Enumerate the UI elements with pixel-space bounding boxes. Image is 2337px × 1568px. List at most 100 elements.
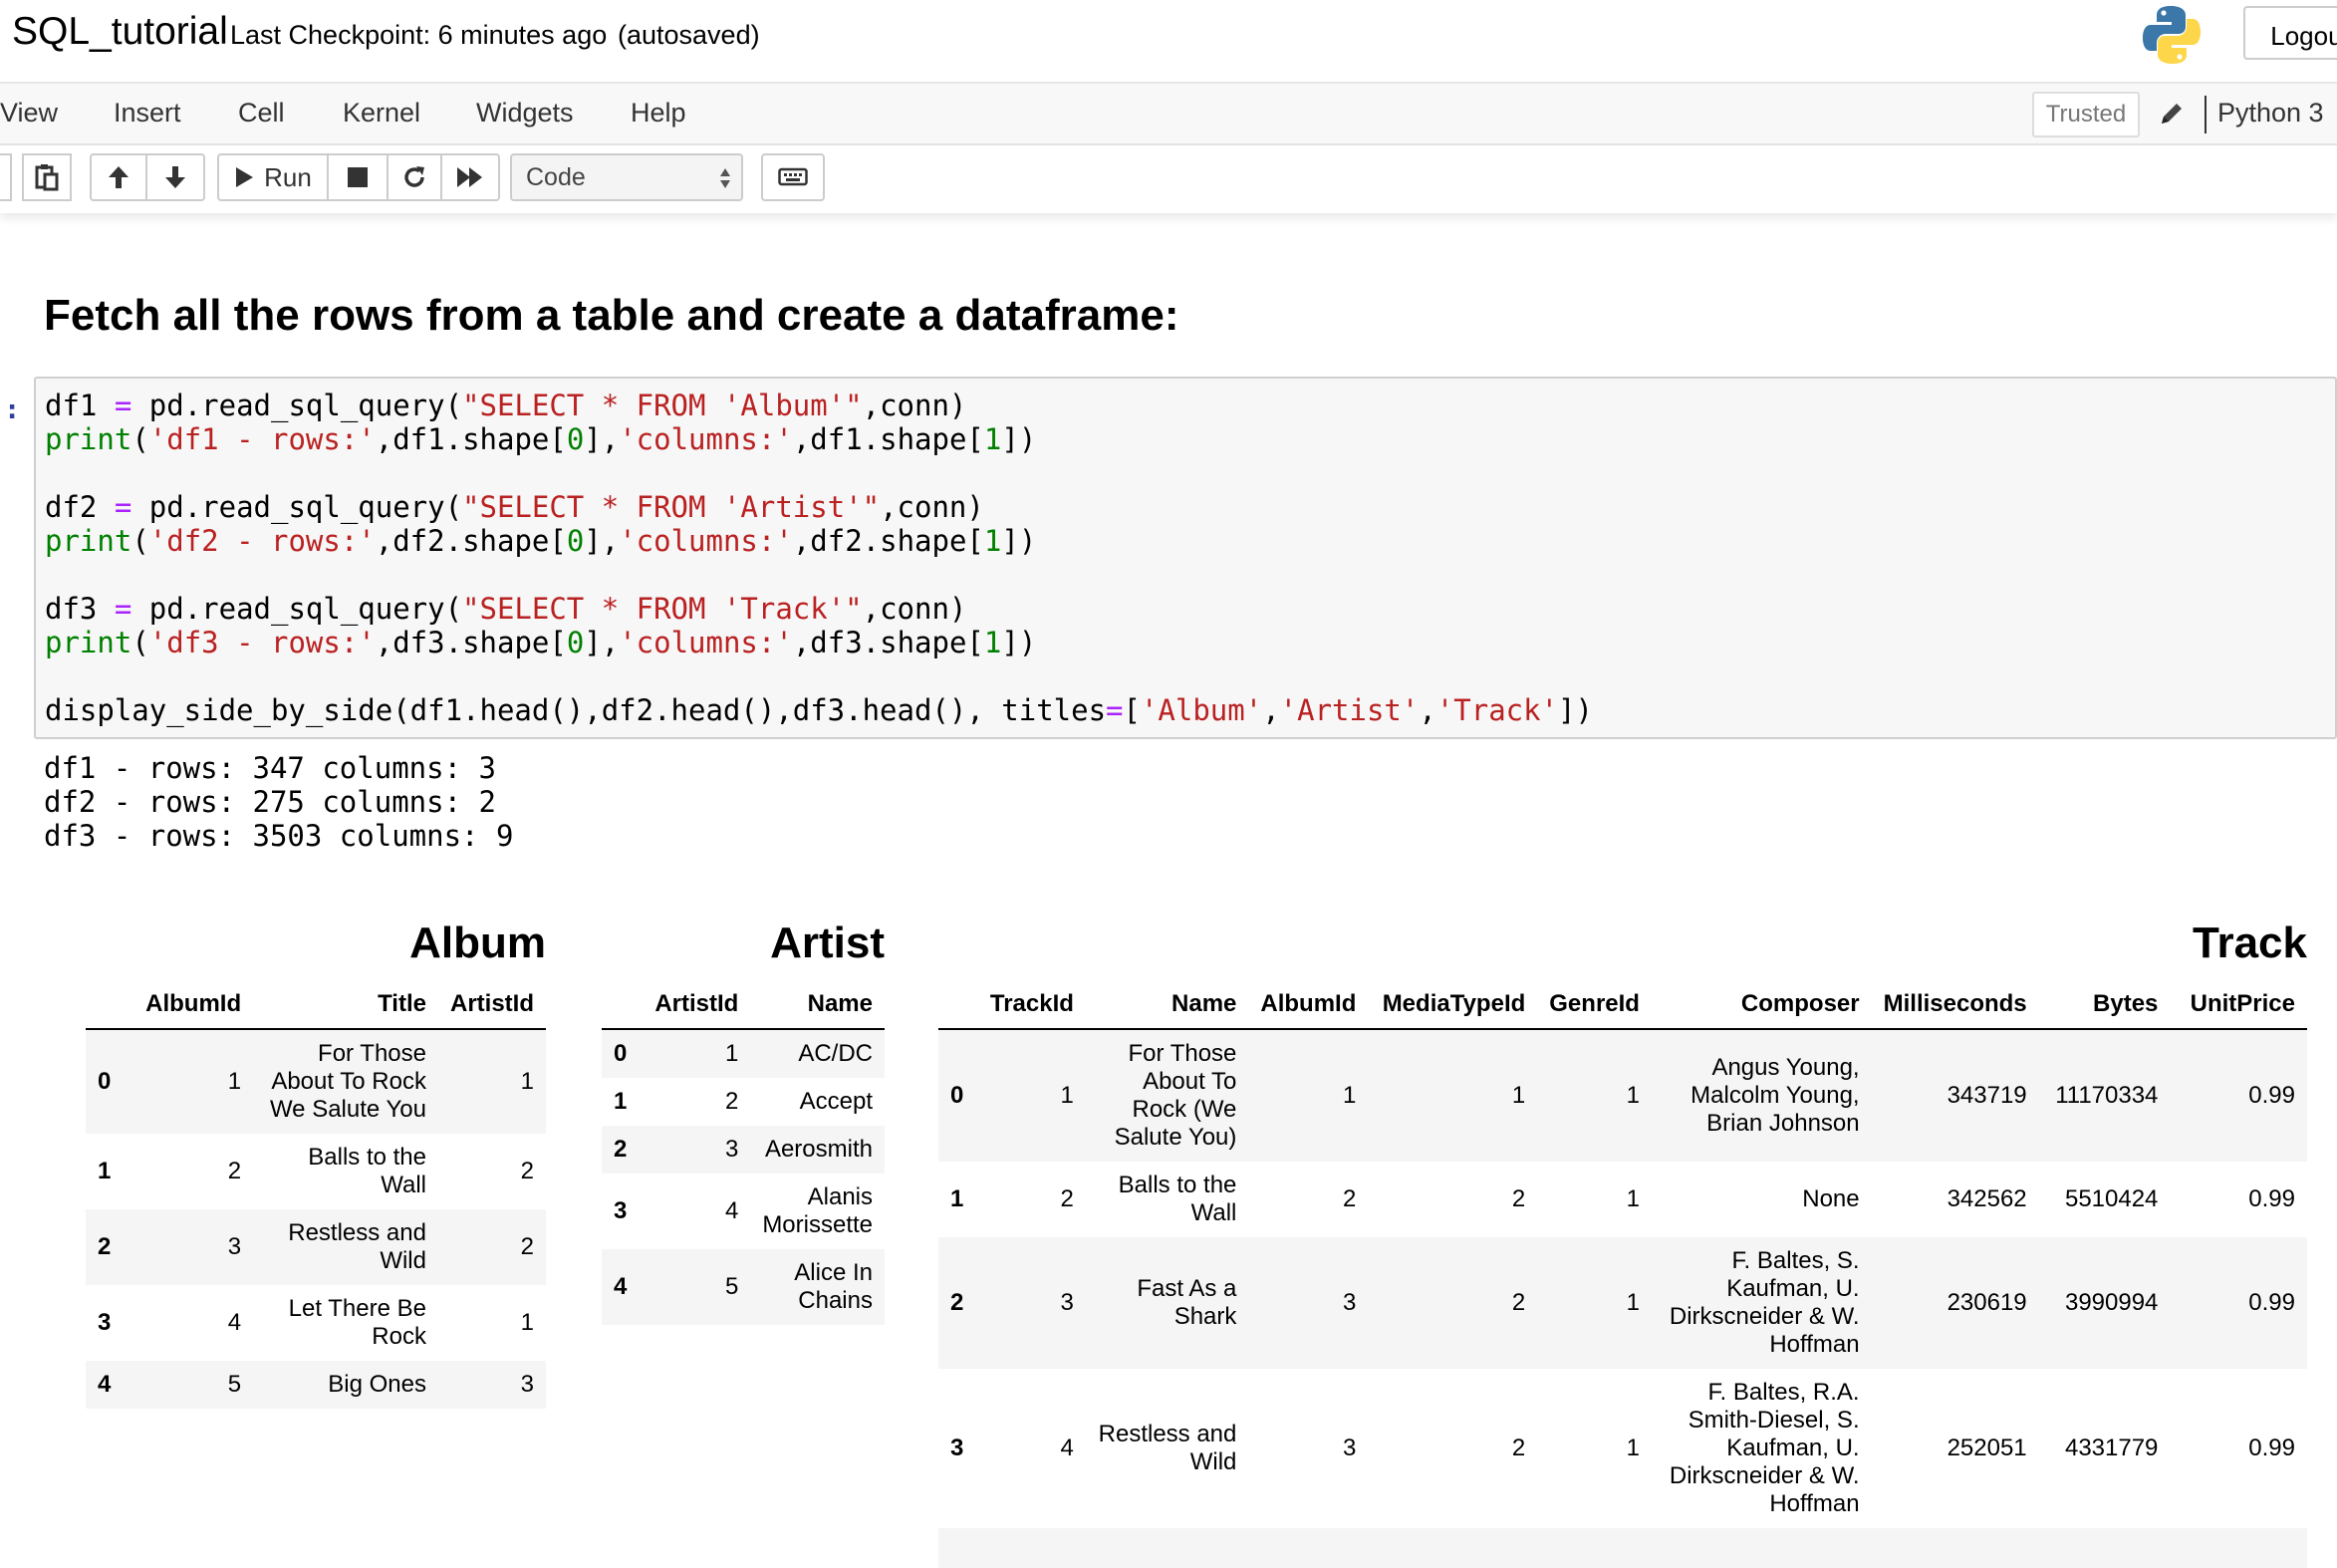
table-cell: 1 [1060, 1082, 1074, 1109]
row-index: 2 [614, 1136, 628, 1163]
fast-forward-icon [457, 167, 482, 187]
column-header: TrackId [977, 980, 1086, 1030]
column-header: Composer [1651, 980, 1872, 1030]
python-logo-icon [2143, 6, 2201, 64]
row-index-empty [938, 1528, 978, 1568]
table-row: 0 1 For Those About To Rock (We Salute Y… [938, 1029, 2307, 1162]
code-line: df3 = pd.read_sql_query("SELECT * FROM '… [45, 592, 967, 626]
table-cell: 5510424 [2064, 1185, 2159, 1212]
menu-kernel[interactable]: Kernel [343, 98, 420, 129]
table-cell: 3 [1060, 1289, 1074, 1316]
table-cell: 3990994 [2064, 1289, 2159, 1316]
menu-widgets[interactable]: Widgets [476, 98, 574, 129]
table-cell: Restless and Wild [288, 1219, 426, 1274]
table-row: 3 4 Restless and Wild 3 2 1 F. Baltes, R… [938, 1369, 2307, 1528]
table-cell-empty [2170, 1528, 2307, 1568]
table-cell: Balls to the Wall [308, 1144, 426, 1198]
table-header-row: ArtistId Name [602, 980, 885, 1030]
output-line: df2 - rows: 275 columns: 2 [44, 785, 496, 819]
table-cell: 4 [1060, 1435, 1074, 1461]
row-index: 2 [98, 1233, 112, 1260]
table-cell: 3 [520, 1371, 534, 1398]
table-cell: Aerosmith [764, 1136, 873, 1163]
notebook-name[interactable]: SQL_tutorial [12, 10, 228, 54]
command-palette-button[interactable] [761, 153, 825, 201]
stop-icon [348, 167, 368, 187]
table-cell: 343719 [1947, 1082, 2027, 1109]
copy-cell-button[interactable] [0, 153, 12, 201]
table-cell: Fast As a Shark [1137, 1275, 1237, 1330]
table-cell-empty [1872, 1528, 2039, 1568]
table-cell: 0.99 [2248, 1185, 2295, 1212]
table-row: 1 2 Balls to the Wall 2 2 1 None 342562 … [938, 1162, 2307, 1237]
restart-kernel-button[interactable] [387, 153, 442, 201]
move-cell-down-button[interactable] [145, 153, 205, 201]
column-header: Bytes [2038, 980, 2171, 1030]
kernel-name[interactable]: Python 3 [2217, 98, 2324, 129]
menu-help[interactable]: Help [631, 98, 686, 129]
row-index: 1 [614, 1088, 628, 1115]
notebook-header: SQL_tutorial Last Checkpoint: 6 minutes … [0, 0, 2337, 84]
column-header: Title [253, 980, 438, 1030]
table-cell: Balls to the Wall [1118, 1172, 1237, 1226]
table-cell: 342562 [1947, 1185, 2027, 1212]
table-cell: 1 [227, 1068, 242, 1095]
artist-dataframe-table: Artist ArtistId Name 0 1 AC/DC 1 2 Accep… [602, 918, 885, 1325]
table-cell: 3 [724, 1136, 739, 1163]
column-header: ArtistId [437, 980, 546, 1030]
table-cell: Let There Be Rock [288, 1295, 426, 1350]
table-cell: For Those About To Rock We Salute You [269, 1040, 426, 1123]
row-index: 3 [950, 1435, 964, 1461]
table-row: 1 2 Accept [602, 1078, 885, 1126]
row-index: 3 [98, 1309, 112, 1336]
row-index: 0 [98, 1068, 112, 1095]
menu-cell[interactable]: Cell [238, 98, 285, 129]
table-cell: Alice In Chains [794, 1259, 873, 1314]
table-cell: 3 [227, 1233, 242, 1260]
table-row: 3 4 Let There Be Rock 1 [86, 1285, 546, 1361]
table-cell: F. Baltes, S. Kaufman, U. Dirkscneider &… [1669, 1247, 1860, 1358]
table-cell: 4 [724, 1197, 739, 1224]
trusted-indicator[interactable]: Trusted [2032, 92, 2140, 137]
table-cell: 5 [227, 1371, 242, 1398]
table-row: 0 1 For Those About To Rock We Salute Yo… [86, 1029, 546, 1134]
code-line: display_side_by_side(df1.head(),df2.head… [45, 693, 1593, 727]
column-header: Name [1085, 980, 1249, 1030]
column-header: MediaTypeId [1368, 980, 1538, 1030]
code-line: df2 = pd.read_sql_query("SELECT * FROM '… [45, 490, 984, 524]
table-cell: 2 [1343, 1185, 1357, 1212]
interrupt-kernel-button[interactable] [327, 153, 389, 201]
restart-run-all-button[interactable] [440, 153, 500, 201]
table-cell: 4 [227, 1309, 242, 1336]
table-row: 1 2 Balls to the Wall 2 [86, 1134, 546, 1209]
table-header-row: TrackId Name AlbumId MediaTypeId GenreId… [938, 980, 2307, 1030]
table-cell: 2 [724, 1088, 739, 1115]
table-cell: 2 [1511, 1435, 1526, 1461]
table-cell: Alanis Morissette [762, 1183, 874, 1238]
arrow-up-icon [109, 166, 129, 188]
code-cell-input[interactable]: df1 = pd.read_sql_query("SELECT * FROM '… [34, 377, 2337, 739]
logout-button[interactable]: Logout [2243, 6, 2337, 60]
table-cell: F. Baltes, R.A. Smith-Diesel, S. Kaufman… [1669, 1379, 1860, 1517]
keyboard-icon [778, 167, 808, 186]
table-row: 2 3 Fast As a Shark 3 2 1 F. Baltes, S. … [938, 1237, 2307, 1369]
run-cell-button[interactable]: Run [217, 153, 329, 201]
menu-insert[interactable]: Insert [114, 98, 181, 129]
input-prompt: : [4, 394, 21, 425]
column-header: AlbumId [133, 980, 254, 1030]
cell-stdout: df1 - rows: 347 columns: 3 df2 - rows: 2… [44, 751, 513, 853]
column-header: GenreId [1537, 980, 1652, 1030]
album-table-title: Album [409, 918, 546, 967]
cell-type-select[interactable]: Code [510, 153, 743, 201]
index-header [602, 980, 644, 1030]
code-editor[interactable]: df1 = pd.read_sql_query("SELECT * FROM '… [45, 389, 1593, 727]
table-cell-empty [978, 1528, 1086, 1568]
pencil-icon[interactable] [2158, 100, 2186, 128]
table-row: 4 5 Big Ones 3 [86, 1361, 546, 1409]
table-cell: 0.99 [2248, 1082, 2295, 1109]
menu-view[interactable]: View [0, 98, 58, 129]
row-index: 4 [614, 1273, 628, 1300]
paste-cell-button[interactable] [22, 153, 72, 201]
code-line: print('df1 - rows:',df1.shape[0],'column… [45, 422, 1037, 456]
move-cell-up-button[interactable] [90, 153, 147, 201]
